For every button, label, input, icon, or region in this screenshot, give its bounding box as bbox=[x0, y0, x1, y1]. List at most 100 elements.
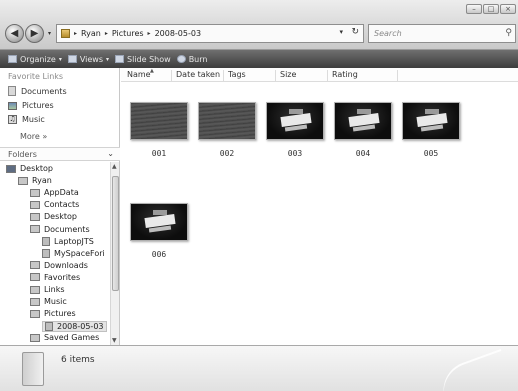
column-header-label: Date taken bbox=[176, 70, 221, 79]
scrollbar-thumb[interactable] bbox=[112, 176, 119, 291]
folder-tree-scrollbar[interactable]: ▲ ▼ bbox=[110, 162, 119, 345]
window-controls: – □ × bbox=[466, 4, 516, 14]
column-header-date-taken[interactable]: Date taken bbox=[172, 70, 224, 82]
image-thumbnail[interactable] bbox=[402, 102, 460, 140]
folder-tree-item[interactable]: Favorites bbox=[30, 273, 80, 282]
folder-tree-item[interactable]: Downloads bbox=[30, 261, 88, 270]
breadcrumb-separator[interactable]: ▸ bbox=[148, 30, 151, 37]
folder-tree-label: AppData bbox=[44, 188, 79, 198]
folder-icon bbox=[30, 285, 40, 294]
folder-tree-item[interactable]: Saved Games bbox=[30, 333, 99, 342]
column-header-tags[interactable]: Tags bbox=[224, 70, 276, 82]
folder-preview-icon bbox=[22, 352, 44, 386]
favorite-link-music[interactable]: ♫ Music bbox=[8, 115, 45, 124]
organize-button[interactable]: Organize ▾ bbox=[8, 55, 62, 64]
folder-icon bbox=[30, 333, 40, 342]
slideshow-label: Slide Show bbox=[127, 54, 171, 64]
folder-tree-item[interactable]: Desktop bbox=[6, 164, 53, 173]
folder-tree-item[interactable]: AppData bbox=[30, 188, 79, 197]
chevron-down-icon[interactable]: ⌄ bbox=[107, 149, 114, 158]
scroll-down-icon[interactable]: ▼ bbox=[112, 337, 117, 344]
image-thumbnail[interactable] bbox=[130, 203, 188, 241]
views-label: Views bbox=[79, 54, 104, 64]
address-dropdown-icon[interactable]: ▾ bbox=[339, 28, 343, 36]
burn-button[interactable]: Burn bbox=[176, 55, 207, 64]
column-header-label: Name bbox=[127, 70, 151, 79]
back-button[interactable]: ◀ bbox=[5, 24, 24, 43]
folder-tree-label: Downloads bbox=[44, 260, 88, 270]
file-item[interactable]: 004 bbox=[334, 102, 392, 158]
scroll-up-icon[interactable]: ▲ bbox=[112, 163, 117, 170]
breadcrumb-separator[interactable]: ▸ bbox=[105, 30, 108, 37]
folder-tree-item[interactable]: MySpaceFori bbox=[42, 248, 105, 258]
search-icon[interactable]: ⚲ bbox=[505, 25, 512, 42]
folder-tree-item[interactable]: Pictures bbox=[30, 309, 76, 318]
slideshow-button[interactable]: Slide Show bbox=[115, 55, 171, 64]
file-name: 005 bbox=[423, 149, 439, 158]
chevron-down-icon: ▾ bbox=[106, 55, 110, 63]
favorite-link-label: Music bbox=[22, 115, 45, 124]
folder-tree-item[interactable]: LaptopJTS bbox=[42, 236, 94, 246]
recent-pages-dropdown[interactable]: ▾ bbox=[48, 30, 51, 37]
file-item[interactable]: 002 bbox=[198, 102, 256, 158]
burn-disc-icon bbox=[176, 55, 186, 63]
folder-tree-label: Contacts bbox=[44, 200, 80, 210]
image-thumbnail[interactable] bbox=[334, 102, 392, 140]
breadcrumb-pictures[interactable]: Pictures bbox=[112, 29, 144, 38]
folders-heading: Folders bbox=[8, 150, 37, 159]
address-bar[interactable]: ▸ Ryan ▸ Pictures ▸ 2008-05-03 ▾ ↻ bbox=[56, 24, 364, 43]
folder-tree-label: 2008-05-03 bbox=[57, 322, 104, 332]
file-item[interactable]: 005 bbox=[402, 102, 460, 158]
file-list: ▲ Name Date taken Tags Size Rating 001 00… bbox=[121, 68, 518, 345]
file-name: 004 bbox=[355, 149, 371, 158]
column-header-label: Size bbox=[280, 70, 297, 79]
folder-tree-item[interactable]: Desktop bbox=[30, 212, 77, 221]
folder-tree-label: MySpaceFori bbox=[54, 248, 105, 258]
folder-tree-item[interactable]: Links bbox=[30, 285, 65, 294]
folder-tree-item[interactable]: Documents bbox=[30, 225, 90, 234]
folder-tree-item[interactable]: Ryan bbox=[18, 176, 52, 185]
folder-tree-label: Links bbox=[44, 285, 65, 294]
column-header-size[interactable]: Size bbox=[276, 70, 328, 82]
favorite-link-pictures[interactable]: Pictures bbox=[8, 101, 54, 110]
folder-icon bbox=[30, 212, 40, 221]
music-icon: ♫ bbox=[8, 115, 17, 124]
folder-tree-label: Desktop bbox=[44, 212, 77, 222]
favorite-link-documents[interactable]: Documents bbox=[8, 86, 67, 96]
views-button[interactable]: Views ▾ bbox=[67, 54, 110, 64]
sort-ascending-icon: ▲ bbox=[150, 68, 154, 74]
folder-tree-label: Music bbox=[44, 297, 67, 307]
folder-icon bbox=[30, 225, 40, 233]
more-links-button[interactable]: More » bbox=[20, 132, 47, 141]
minimize-button[interactable]: – bbox=[466, 4, 482, 14]
breadcrumb-ryan[interactable]: Ryan bbox=[81, 29, 101, 38]
column-header-name[interactable]: ▲ Name bbox=[123, 68, 172, 82]
folders-header[interactable]: Folders ⌄ bbox=[0, 147, 120, 161]
breadcrumb-separator[interactable]: ▸ bbox=[74, 30, 77, 37]
column-header-rating[interactable]: Rating bbox=[328, 70, 398, 82]
refresh-icon[interactable]: ↻ bbox=[351, 27, 359, 37]
breadcrumb-current-folder[interactable]: 2008-05-03 bbox=[155, 29, 202, 38]
file-item[interactable]: 003 bbox=[266, 102, 324, 158]
search-box[interactable]: Search ⚲ bbox=[368, 24, 516, 43]
file-name: 001 bbox=[151, 149, 167, 158]
image-thumbnail[interactable] bbox=[130, 102, 188, 140]
folder-tree-label: Ryan bbox=[32, 176, 52, 186]
folder-tree-item[interactable]: Contacts bbox=[30, 200, 79, 209]
image-thumbnail[interactable] bbox=[266, 102, 324, 140]
pictures-icon bbox=[8, 101, 17, 110]
forward-button[interactable]: ▶ bbox=[25, 24, 44, 43]
file-name: 006 bbox=[151, 250, 167, 259]
close-button[interactable]: × bbox=[500, 4, 516, 14]
image-thumbnail[interactable] bbox=[198, 102, 256, 140]
search-input[interactable]: Search bbox=[374, 29, 402, 38]
file-item[interactable]: 006 bbox=[130, 203, 188, 259]
folder-icon bbox=[30, 261, 40, 270]
column-header-label: Rating bbox=[332, 70, 358, 79]
file-item[interactable]: 001 bbox=[130, 102, 188, 158]
item-count: 6 items bbox=[61, 355, 95, 365]
maximize-button[interactable]: □ bbox=[483, 4, 499, 14]
folder-tree-item[interactable]: 2008-05-03 bbox=[42, 321, 107, 333]
folder-tree-item[interactable]: Music bbox=[30, 297, 67, 306]
folder-icon bbox=[42, 236, 50, 246]
